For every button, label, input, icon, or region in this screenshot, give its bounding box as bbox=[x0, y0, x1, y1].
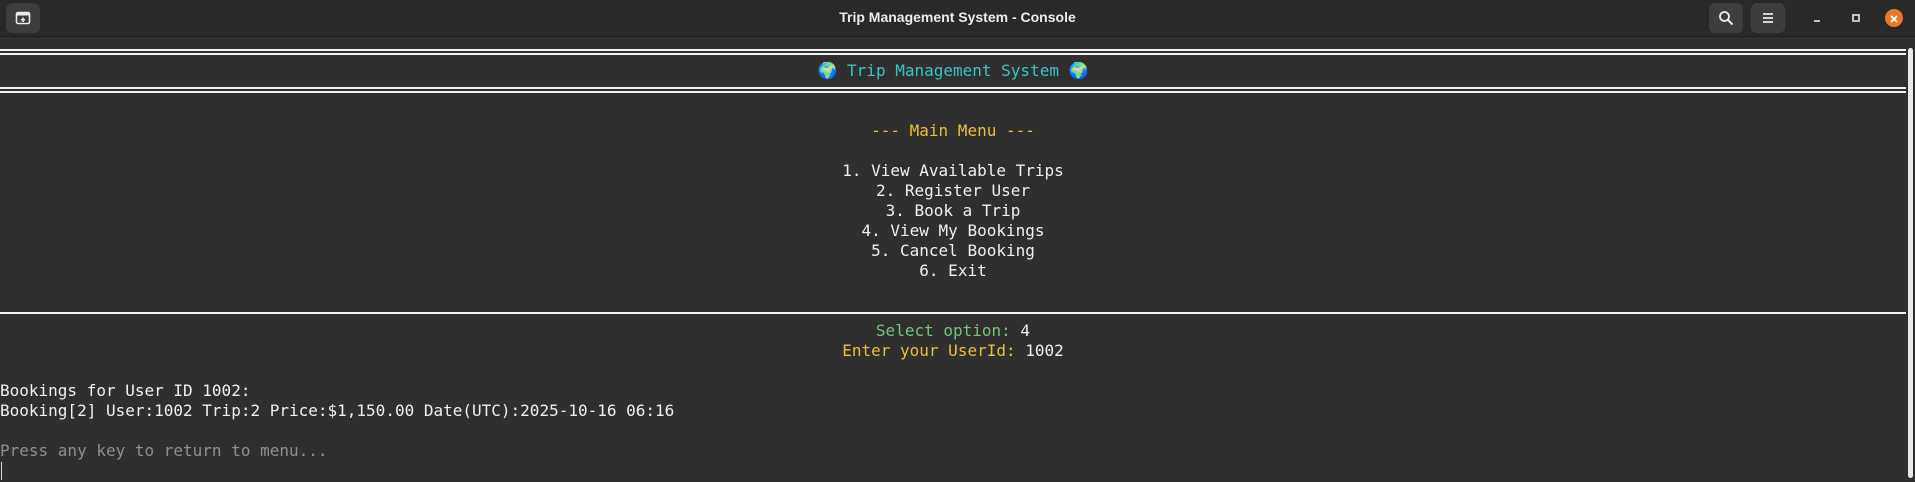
menu-item: 6. Exit bbox=[919, 261, 987, 280]
double-rule-bottom bbox=[0, 87, 1906, 93]
userid-prompt: Enter your UserId: bbox=[842, 341, 1016, 360]
console-window: Trip Management System - Console 🌍 Trip … bbox=[0, 0, 1915, 482]
search-icon bbox=[1718, 10, 1734, 26]
maximize-button[interactable] bbox=[1847, 9, 1865, 27]
scrollbar[interactable] bbox=[1908, 48, 1913, 478]
maximize-icon bbox=[1850, 9, 1862, 28]
close-button[interactable] bbox=[1885, 9, 1903, 27]
booking-line: Booking[2] User:1002 Trip:2 Price:$1,150… bbox=[0, 401, 675, 420]
double-rule-top bbox=[0, 49, 1906, 55]
window-title: Trip Management System - Console bbox=[839, 9, 1076, 25]
return-prompt: Press any key to return to menu... bbox=[0, 441, 328, 460]
userid-line: Enter your UserId: 1002 bbox=[0, 341, 1906, 361]
app-header: 🌍 Trip Management System 🌍 bbox=[817, 61, 1089, 80]
select-option-value: 4 bbox=[1020, 321, 1031, 340]
menu-item: 1. View Available Trips bbox=[842, 161, 1064, 180]
menu-button[interactable] bbox=[1751, 3, 1785, 33]
text-cursor bbox=[1, 462, 2, 480]
bookings-heading: Bookings for User ID 1002: bbox=[0, 381, 251, 400]
title-bar: Trip Management System - Console bbox=[0, 0, 1915, 37]
terminal-output[interactable]: 🌍 Trip Management System 🌍 --- Main Menu… bbox=[0, 37, 1906, 482]
menu-item: 4. View My Bookings bbox=[861, 221, 1045, 240]
menu-item: 5. Cancel Booking bbox=[871, 241, 1035, 260]
userid-value: 1002 bbox=[1025, 341, 1064, 360]
menu-item: 3. Book a Trip bbox=[885, 201, 1021, 220]
single-rule bbox=[0, 312, 1906, 314]
select-option-line: Select option: 4 bbox=[0, 321, 1906, 341]
minimize-button[interactable] bbox=[1808, 9, 1826, 27]
hamburger-menu-icon bbox=[1760, 10, 1776, 26]
main-menu-title: --- Main Menu --- bbox=[871, 121, 1035, 140]
search-button[interactable] bbox=[1709, 3, 1743, 33]
select-option-prompt: Select option: bbox=[875, 321, 1011, 340]
minimize-icon bbox=[1811, 9, 1823, 28]
close-icon bbox=[1889, 9, 1899, 28]
menu-item: 2. Register User bbox=[875, 181, 1031, 200]
